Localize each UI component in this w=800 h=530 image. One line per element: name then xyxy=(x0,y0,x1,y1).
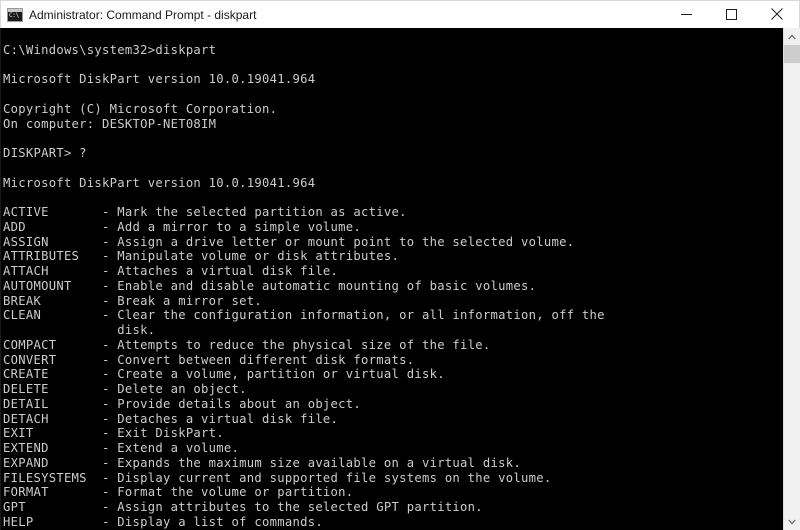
console-window-icon: C:\ xyxy=(7,8,23,22)
maximize-button[interactable] xyxy=(709,1,754,28)
console-text-buffer: C:\Windows\system32>diskpart Microsoft D… xyxy=(3,28,605,530)
console-scrollbar[interactable] xyxy=(783,28,800,530)
scrollbar-thumb[interactable] xyxy=(784,45,800,63)
console-output-area[interactable]: C:\Windows\system32>diskpart Microsoft D… xyxy=(0,28,800,530)
close-button[interactable] xyxy=(754,1,799,28)
command-prompt-window: C:\ Administrator: Command Prompt - disk… xyxy=(0,0,800,530)
chevron-up-icon xyxy=(788,34,796,40)
window-titlebar[interactable]: C:\ Administrator: Command Prompt - disk… xyxy=(0,0,800,28)
minimize-icon xyxy=(681,9,692,20)
scrollbar-down-button[interactable] xyxy=(784,513,800,530)
scrollbar-up-button[interactable] xyxy=(784,28,800,45)
console-icon-prompt-text: C:\ xyxy=(9,12,19,20)
maximize-icon xyxy=(726,9,737,20)
scrollbar-track[interactable] xyxy=(784,63,800,513)
minimize-button[interactable] xyxy=(664,1,709,28)
close-icon xyxy=(771,8,783,20)
window-title: Administrator: Command Prompt - diskpart xyxy=(29,8,664,22)
chevron-down-icon xyxy=(788,519,796,525)
window-controls xyxy=(664,1,799,29)
